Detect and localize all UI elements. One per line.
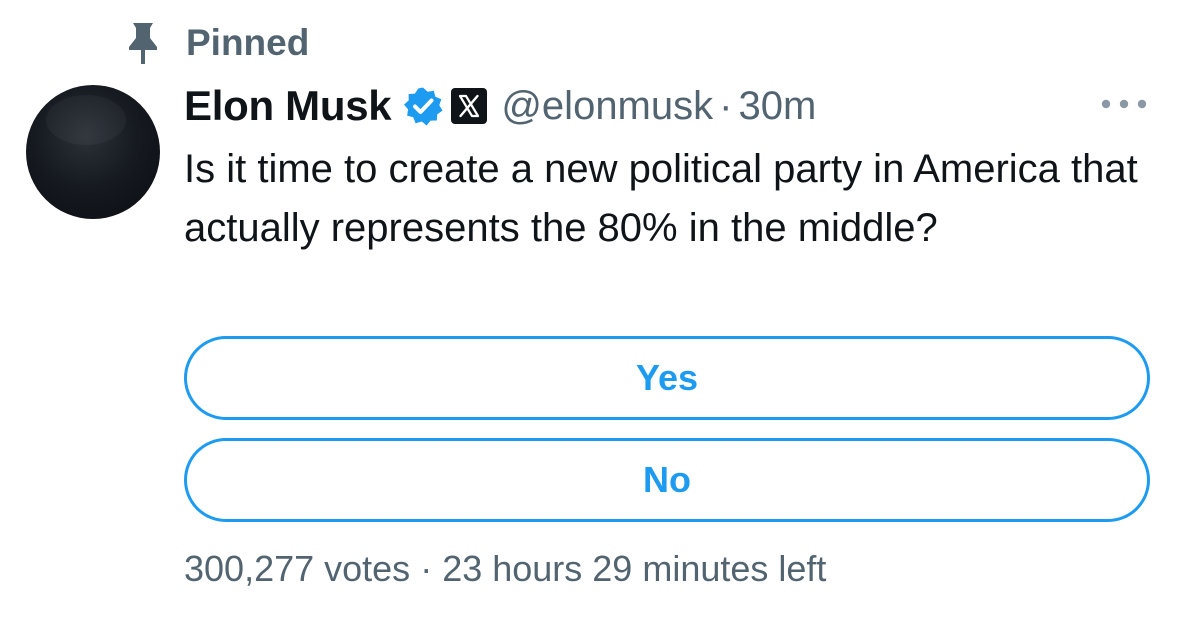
- timestamp[interactable]: 30m: [738, 84, 816, 129]
- more-horizontal-icon: [1101, 99, 1147, 109]
- pinned-label: Pinned: [186, 22, 310, 63]
- poll-votes: 300,277 votes: [184, 548, 411, 589]
- avatar[interactable]: [26, 85, 160, 219]
- more-button[interactable]: [1098, 90, 1150, 118]
- poll-option-yes[interactable]: Yes: [184, 336, 1150, 420]
- poll-footer-separator: ·: [420, 548, 433, 589]
- poll-option-label: No: [643, 459, 691, 500]
- x-logo-icon[interactable]: [451, 88, 488, 124]
- poll-footer: 300,277 votes · 23 hours 29 minutes left: [184, 548, 826, 590]
- poll-option-label: Yes: [635, 357, 699, 398]
- poll-option-no[interactable]: No: [184, 438, 1150, 522]
- author-handle[interactable]: @elonmusk: [501, 84, 713, 129]
- header-separator: ·: [719, 83, 733, 128]
- author-name[interactable]: Elon Musk: [184, 82, 392, 130]
- tweet-text: Is it time to create a new political par…: [184, 147, 1138, 250]
- verified-badge-icon[interactable]: [403, 86, 443, 126]
- tweet-header: Elon Musk @elonmusk · 30m: [184, 78, 816, 134]
- poll-time-left: 23 hours 29 minutes left: [442, 548, 827, 589]
- pin-icon: [129, 23, 157, 64]
- pinned-indicator: Pinned: [126, 18, 309, 68]
